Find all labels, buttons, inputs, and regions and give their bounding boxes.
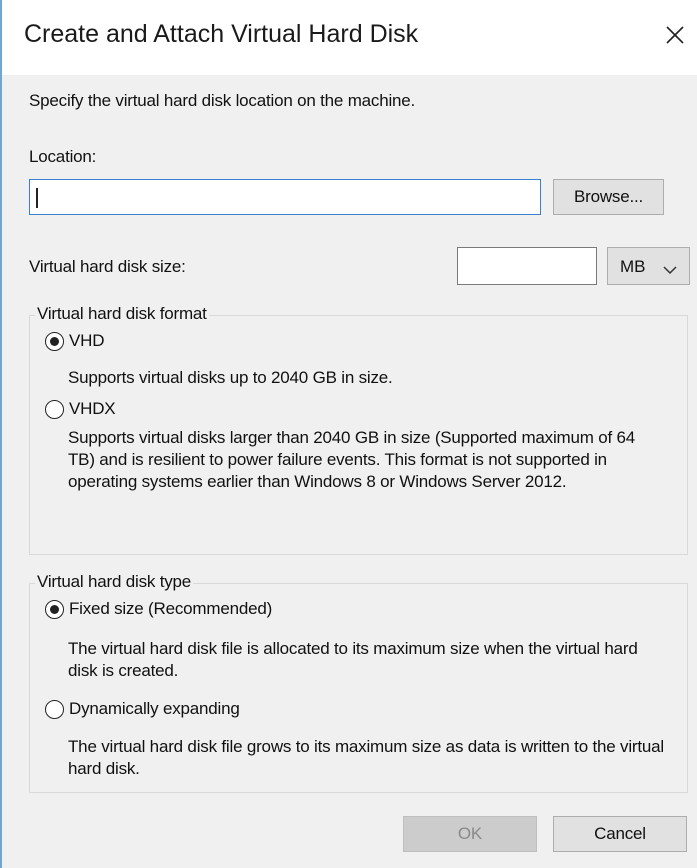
chevron-down-icon (663, 260, 677, 280)
radio-selected-dot (49, 604, 59, 614)
ok-button[interactable]: OK (403, 816, 537, 852)
radio-dynamic-label: Dynamically expanding (69, 699, 240, 718)
radio-vhd-label: VHD (69, 331, 105, 350)
dynamic-description: The virtual hard disk file grows to its … (68, 737, 664, 778)
radio-fixed-label: Fixed size (Recommended) (69, 599, 273, 618)
intro-text: Specify the virtual hard disk location o… (29, 91, 416, 110)
dialog-body: Specify the virtual hard disk location o… (2, 75, 697, 868)
radio-fixed-circle[interactable] (45, 600, 64, 619)
radio-vhd[interactable]: VHD (45, 331, 165, 355)
radio-vhd-circle[interactable] (45, 332, 64, 351)
size-input[interactable] (457, 247, 597, 285)
text-caret (36, 188, 38, 208)
title-bar: Create and Attach Virtual Hard Disk (2, 0, 697, 75)
radio-vhdx-circle[interactable] (45, 400, 64, 419)
format-group-legend: Virtual hard disk format (35, 304, 209, 324)
vhdx-description: Supports virtual disks larger than 2040 … (68, 428, 636, 491)
radio-dynamic-circle[interactable] (45, 700, 64, 719)
dialog-window: Create and Attach Virtual Hard Disk Spec… (0, 0, 697, 868)
radio-selected-dot (49, 336, 59, 346)
browse-button[interactable]: Browse... (553, 179, 664, 215)
close-icon[interactable] (662, 22, 688, 48)
size-unit-select[interactable]: MB (607, 247, 690, 285)
size-unit-value: MB (620, 257, 646, 276)
radio-fixed-size[interactable]: Fixed size (Recommended) (45, 599, 345, 623)
location-label: Location: (29, 147, 97, 166)
fixed-size-description: The virtual hard disk file is allocated … (68, 639, 638, 680)
radio-dynamically-expanding[interactable]: Dynamically expanding (45, 699, 345, 723)
radio-vhdx[interactable]: VHDX (45, 399, 165, 423)
vhd-description: Supports virtual disks up to 2040 GB in … (68, 368, 393, 387)
dialog-title: Create and Attach Virtual Hard Disk (24, 20, 419, 48)
size-label: Virtual hard disk size: (29, 257, 186, 276)
location-input[interactable] (29, 179, 541, 215)
radio-vhdx-label: VHDX (69, 399, 116, 418)
type-group-legend: Virtual hard disk type (35, 572, 194, 592)
cancel-button[interactable]: Cancel (553, 816, 687, 852)
